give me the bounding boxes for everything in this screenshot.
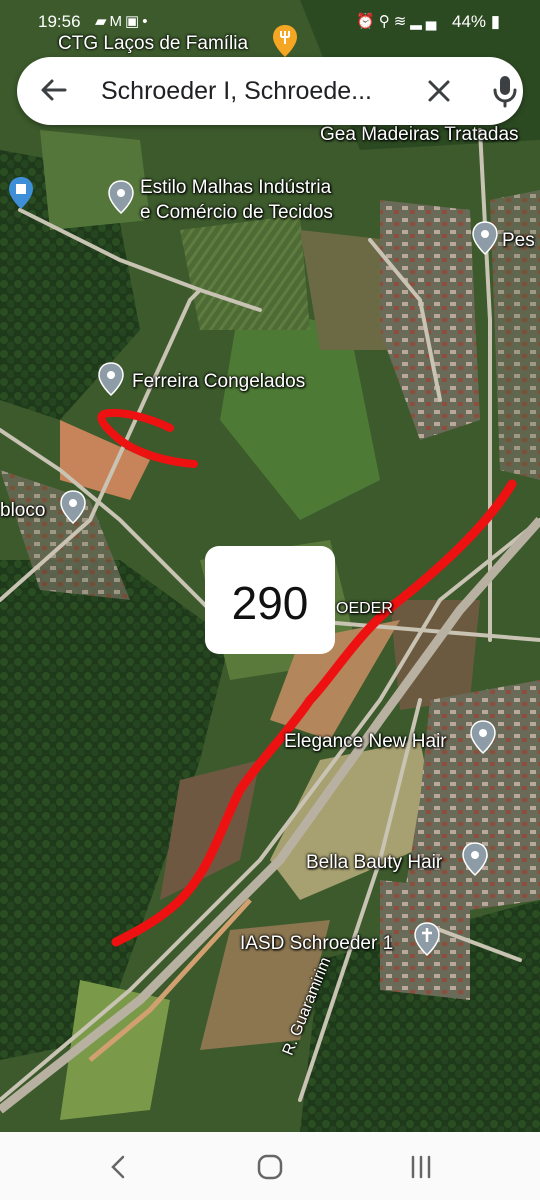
price-badge-text: 290 bbox=[231, 577, 309, 629]
satellite-map[interactable]: CTG Laços de Família Gea Madeiras Tratad… bbox=[0, 0, 540, 1132]
close-icon[interactable] bbox=[421, 73, 457, 109]
battery-level: 44% ▮ bbox=[452, 12, 501, 31]
chat-icon: ▰ bbox=[95, 13, 110, 30]
signal-icon: ▂▄ bbox=[410, 13, 441, 30]
system-icons: ⏰⚲≋▂▄ bbox=[356, 12, 440, 30]
dot-icon: • bbox=[142, 13, 151, 30]
place-label-estilo[interactable]: Estilo Malhas Indústria e Comércio de Te… bbox=[140, 175, 333, 225]
place-label-iasd[interactable]: IASD Schroeder 1 bbox=[240, 931, 393, 956]
place-label-elegance[interactable]: Elegance New Hair bbox=[284, 729, 447, 754]
location-pin-icon[interactable] bbox=[462, 842, 488, 876]
notification-icons: ▰M▣• bbox=[95, 12, 151, 30]
place-label-oeder: OEDER bbox=[336, 600, 393, 617]
building-pin-icon[interactable] bbox=[8, 176, 34, 210]
back-arrow-icon[interactable] bbox=[37, 73, 71, 107]
red-circle-mark bbox=[97, 409, 198, 468]
location-pin-icon[interactable] bbox=[98, 362, 124, 396]
search-bar[interactable]: Schroeder I, Schroede... bbox=[17, 57, 523, 125]
photo-icon: ▣ bbox=[125, 13, 143, 30]
church-pin-icon[interactable] bbox=[414, 922, 440, 956]
alarm-icon: ⏰ bbox=[356, 13, 379, 30]
back-icon[interactable] bbox=[104, 1152, 134, 1182]
place-label-pes[interactable]: Pes bbox=[502, 228, 535, 253]
search-input[interactable]: Schroeder I, Schroede... bbox=[101, 77, 372, 106]
place-label-gea[interactable]: Gea Madeiras Tratadas bbox=[320, 122, 519, 147]
location-pin-icon[interactable] bbox=[60, 490, 86, 524]
navigation-bar bbox=[0, 1132, 540, 1200]
recents-icon[interactable] bbox=[406, 1152, 436, 1182]
price-badge: 290 bbox=[205, 546, 335, 654]
battery-icon: ▮ bbox=[486, 12, 501, 31]
clock: 19:56 bbox=[38, 12, 81, 31]
place-label-bloco[interactable]: bloco bbox=[0, 498, 45, 523]
place-label-ferreira[interactable]: Ferreira Congelados bbox=[132, 369, 305, 394]
status-bar: 19:56 ▰M▣• ⏰⚲≋▂▄ 44% ▮ bbox=[0, 0, 540, 40]
location-pin-icon[interactable] bbox=[472, 221, 498, 255]
wifi-icon: ≋ bbox=[393, 13, 411, 30]
home-icon[interactable] bbox=[255, 1152, 285, 1182]
place-label-estilo-line1: Estilo Malhas Indústria bbox=[140, 177, 332, 198]
microphone-icon[interactable] bbox=[489, 73, 521, 109]
mail-icon: M bbox=[109, 13, 126, 30]
location-pin-icon[interactable] bbox=[108, 180, 134, 214]
location-pin-icon[interactable] bbox=[470, 720, 496, 754]
place-label-estilo-line2: e Comércio de Tecidos bbox=[140, 202, 333, 223]
location-icon: ⚲ bbox=[378, 13, 394, 30]
place-label-bella[interactable]: Bella Bauty Hair bbox=[306, 850, 442, 875]
